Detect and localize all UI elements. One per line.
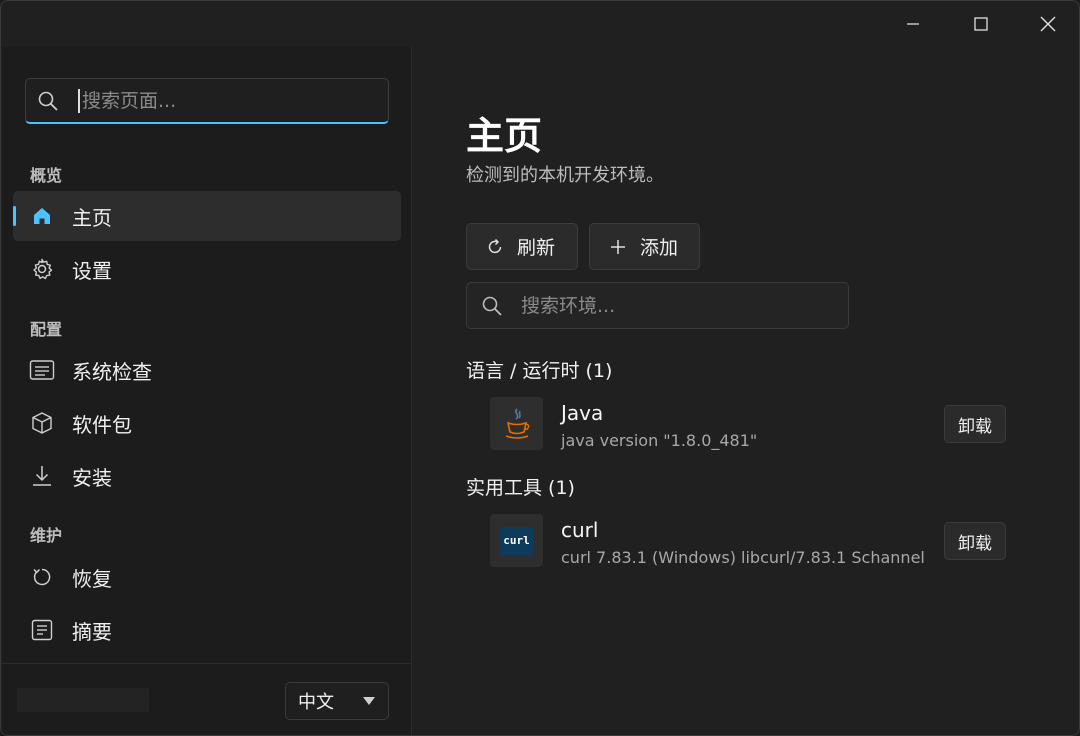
sidebar-item-label: 摘要 <box>72 619 112 644</box>
maximize-icon <box>974 17 988 31</box>
main-content: 主页 检测到的本机开发环境。 刷新 添加 语言 / 运行时 (1) <box>413 47 1079 735</box>
page-title: 主页 <box>466 114 543 158</box>
sidebar-item-restore[interactable]: 恢复 <box>13 552 401 602</box>
environment-search-box[interactable] <box>466 282 849 329</box>
uninstall-button[interactable]: 卸载 <box>944 405 1006 443</box>
sidebar-item-label: 设置 <box>72 258 112 283</box>
refresh-label: 刷新 <box>517 237 556 259</box>
page-search-box[interactable] <box>25 78 389 124</box>
list-item: curl curl curl 7.83.1 (Windows) libcurl/… <box>490 514 1006 570</box>
sidebar-item-label: 恢复 <box>72 566 112 591</box>
download-icon <box>27 461 57 491</box>
sidebar-item-label: 主页 <box>72 205 112 230</box>
title-bar <box>1 1 1079 47</box>
environment-version: curl 7.83.1 (Windows) libcurl/7.83.1 Sch… <box>561 548 925 567</box>
close-icon <box>1040 16 1056 32</box>
sidebar-item-system-check[interactable]: 系统检查 <box>13 345 401 395</box>
language-selected-value: 中文 <box>298 692 334 713</box>
environment-name: Java <box>561 401 604 425</box>
group-label-runtimes: 语言 / 运行时 (1) <box>466 360 613 382</box>
sidebar-item-summary[interactable]: 摘要 <box>13 605 401 655</box>
page-search-input[interactable] <box>82 89 352 112</box>
sidebar-item-label: 软件包 <box>72 412 132 437</box>
home-icon <box>27 201 57 231</box>
sidebar-item-home[interactable]: 主页 <box>13 191 401 241</box>
package-icon <box>27 408 57 438</box>
sidebar: 概览 主页 设置 配置 系统检查 软件包 <box>2 47 412 735</box>
maximize-button[interactable] <box>947 1 1015 47</box>
page-subtitle: 检测到的本机开发环境。 <box>466 165 664 186</box>
java-icon <box>490 397 543 450</box>
status-placeholder <box>17 688 149 712</box>
refresh-icon <box>485 237 505 257</box>
sidebar-item-label: 系统检查 <box>72 359 152 384</box>
close-button[interactable] <box>1014 1 1079 47</box>
group-label-utilities: 实用工具 (1) <box>466 477 575 499</box>
app-window: 概览 主页 设置 配置 系统检查 软件包 <box>0 0 1080 736</box>
language-select[interactable]: 中文 <box>285 682 389 720</box>
sidebar-divider <box>2 663 412 664</box>
text-caret <box>78 88 80 113</box>
gear-icon <box>27 254 57 284</box>
sidebar-item-label: 安装 <box>72 465 112 490</box>
section-label-config: 配置 <box>30 320 63 339</box>
curl-icon: curl <box>490 514 543 567</box>
add-label: 添加 <box>640 237 679 259</box>
environment-version: java version "1.8.0_481" <box>561 431 758 450</box>
minimize-button[interactable] <box>879 1 947 47</box>
curl-badge: curl <box>499 526 534 555</box>
dropdown-triangle-icon <box>363 697 375 705</box>
search-icon <box>467 283 517 328</box>
refresh-button[interactable]: 刷新 <box>466 223 578 270</box>
environment-name: curl <box>561 518 599 542</box>
uninstall-button[interactable]: 卸载 <box>944 522 1006 560</box>
minimize-icon <box>907 23 919 25</box>
restore-icon <box>27 562 57 592</box>
sidebar-item-packages[interactable]: 软件包 <box>13 398 401 448</box>
summary-icon <box>27 615 57 645</box>
list-item: Java java version "1.8.0_481" 卸载 <box>490 397 1006 453</box>
list-icon <box>27 355 57 385</box>
sidebar-item-settings[interactable]: 设置 <box>13 244 401 294</box>
search-icon <box>26 79 70 123</box>
sidebar-item-install[interactable]: 安装 <box>13 451 401 501</box>
plus-icon <box>608 237 628 257</box>
environment-search-input[interactable] <box>521 294 831 317</box>
add-button[interactable]: 添加 <box>589 223 700 270</box>
section-label-maintenance: 维护 <box>30 526 63 545</box>
section-label-overview: 概览 <box>30 166 63 185</box>
